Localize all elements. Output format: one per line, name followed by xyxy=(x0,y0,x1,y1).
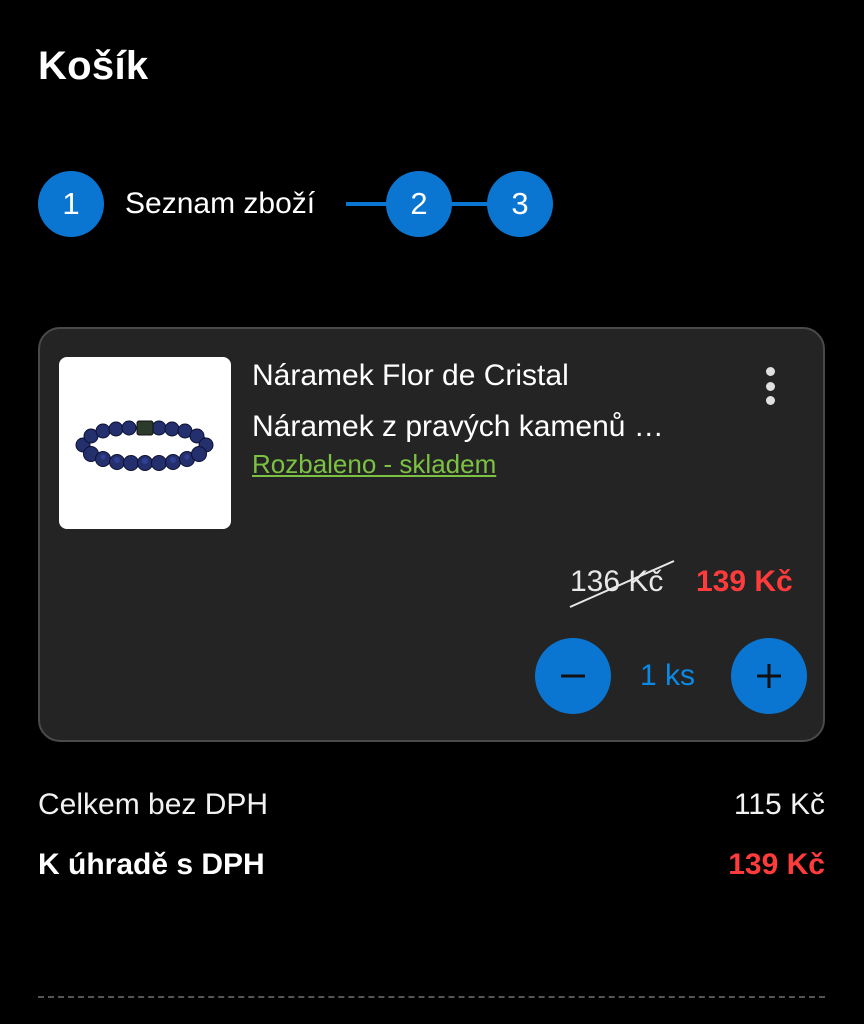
stock-status-link[interactable]: Rozbaleno - skladem xyxy=(252,449,496,480)
bracelet-image-icon xyxy=(75,420,214,471)
step-1-circle[interactable]: 1 xyxy=(38,171,104,237)
total-without-vat-row: Celkem bez DPH 115 Kč xyxy=(38,788,825,828)
strikethrough-line xyxy=(569,560,675,608)
total-with-vat-label: K úhradě s DPH xyxy=(38,848,265,881)
cart-item-card: Náramek Flor de Cristal Náramek z pravýc… xyxy=(38,327,825,742)
page-title: Košík xyxy=(38,44,149,88)
minus-icon xyxy=(561,674,585,678)
product-image[interactable] xyxy=(59,357,231,529)
cart-page: Košík 1 Seznam zboží 2 3 Náramek Flor de… xyxy=(0,0,864,1024)
total-with-vat-row: K úhradě s DPH 139 Kč xyxy=(38,848,825,888)
product-description: Náramek z pravých kamenů … xyxy=(252,410,664,443)
more-vertical-icon xyxy=(765,367,775,376)
product-name[interactable]: Náramek Flor de Cristal xyxy=(252,359,569,393)
more-options-button[interactable] xyxy=(752,363,788,409)
increase-quantity-button[interactable] xyxy=(731,638,807,714)
decrease-quantity-button[interactable] xyxy=(535,638,611,714)
plus-icon xyxy=(757,664,781,688)
dashed-divider xyxy=(38,996,825,998)
total-without-vat-value: 115 Kč xyxy=(733,788,825,821)
checkout-stepper: 1 Seznam zboží 2 3 xyxy=(38,171,578,237)
current-price: 139 Kč xyxy=(696,565,793,598)
quantity-value: 1 ks xyxy=(640,659,696,692)
step-3-circle[interactable]: 3 xyxy=(487,171,553,237)
step-2-circle[interactable]: 2 xyxy=(386,171,452,237)
total-without-vat-label: Celkem bez DPH xyxy=(38,788,269,821)
step-1-label: Seznam zboží xyxy=(125,187,316,220)
total-with-vat-value: 139 Kč xyxy=(728,848,825,881)
